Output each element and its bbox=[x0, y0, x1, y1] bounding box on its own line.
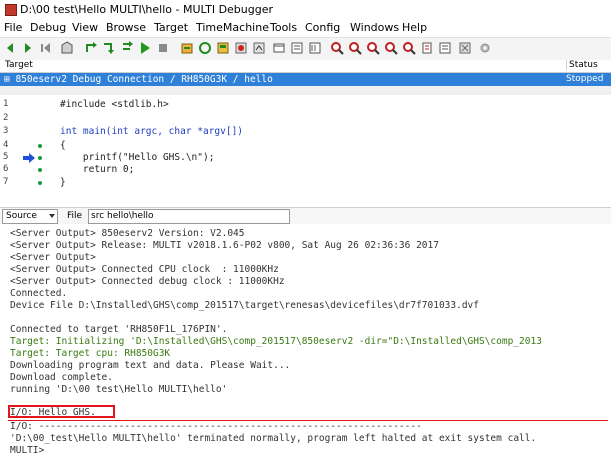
console-line: <Server Output> bbox=[10, 252, 96, 263]
forward-icon[interactable] bbox=[20, 41, 34, 55]
source-line[interactable]: 7 } bbox=[0, 177, 611, 189]
console-line: <Server Output> 850eserv2 Version: V2.04… bbox=[10, 228, 245, 239]
console-line: Device File D:\Installed\GHS\comp_201517… bbox=[10, 300, 479, 311]
console-prompt[interactable]: MULTI> bbox=[10, 445, 44, 456]
console-line: <Server Output> Release: MULTI v2018.1.6… bbox=[10, 240, 439, 251]
menu-bar: File Debug View Browse Target TimeMachin… bbox=[0, 20, 611, 37]
list-icon[interactable] bbox=[438, 41, 452, 55]
line-number: 2 bbox=[3, 113, 9, 123]
stop-icon[interactable] bbox=[156, 41, 170, 55]
console-line: <Server Output> Connected CPU clock : 11… bbox=[10, 264, 279, 275]
source-line[interactable]: 6 return 0; bbox=[0, 164, 611, 176]
chevron-down-icon bbox=[49, 214, 55, 218]
connection-row[interactable]: ⊞ 850eserv2 Debug Connection / RH850G3K … bbox=[0, 73, 611, 86]
source-line[interactable]: 2 bbox=[0, 113, 611, 125]
menu-windows[interactable]: Windows bbox=[350, 21, 399, 34]
console-line: Download complete. bbox=[10, 372, 113, 383]
column-status[interactable]: Status bbox=[566, 60, 611, 70]
menu-browse[interactable]: Browse bbox=[106, 21, 146, 34]
bookmark-icon[interactable] bbox=[420, 41, 434, 55]
source-code: #include <stdlib.h> bbox=[60, 99, 169, 110]
step-over-icon[interactable] bbox=[84, 41, 98, 55]
console-line: Target: Target cpu: RH850G3K bbox=[10, 348, 171, 359]
reload-icon[interactable] bbox=[198, 41, 212, 55]
source-line[interactable]: 3 int main(int argc, char *argv[]) bbox=[0, 126, 611, 138]
console-line: 'D:\00_test\Hello MULTI\hello' terminate… bbox=[10, 433, 537, 444]
gear-icon[interactable] bbox=[478, 41, 492, 55]
console-line: Connected. bbox=[10, 288, 68, 299]
file-label: File bbox=[67, 211, 83, 221]
source-code: int main(int argc, char *argv[]) bbox=[60, 126, 244, 137]
connection-status: Stopped bbox=[566, 74, 604, 84]
line-number: 4 bbox=[3, 140, 9, 150]
back-file-icon[interactable] bbox=[40, 41, 54, 55]
trace-icon[interactable] bbox=[252, 41, 266, 55]
console-line: Downloading program text and data. Pleas… bbox=[10, 360, 291, 371]
column-target[interactable]: Target bbox=[5, 60, 33, 70]
console-line: <Server Output> Connected debug clock : … bbox=[10, 276, 285, 287]
source-pane: 1 #include <stdlib.h> 2 3 int main(int a… bbox=[0, 95, 611, 205]
find-prev-icon[interactable] bbox=[384, 41, 398, 55]
goto-icon[interactable] bbox=[402, 41, 416, 55]
view-icon[interactable] bbox=[272, 41, 286, 55]
breakpoint-dot-icon[interactable] bbox=[38, 181, 42, 185]
console-line-io: I/O: -----------------------------------… bbox=[10, 421, 422, 432]
source-line[interactable]: 1 #include <stdlib.h> bbox=[0, 99, 611, 111]
highlight-box bbox=[8, 405, 115, 418]
menu-file[interactable]: File bbox=[4, 21, 22, 34]
line-number: 3 bbox=[3, 126, 9, 136]
settings-icon[interactable] bbox=[458, 41, 472, 55]
line-number: 5 bbox=[3, 152, 9, 162]
console-pane[interactable]: <Server Output> 850eserv2 Version: V2.04… bbox=[0, 224, 611, 465]
search-icon[interactable] bbox=[330, 41, 344, 55]
breakpoint-dot-icon[interactable] bbox=[38, 156, 42, 160]
source-select[interactable]: Source bbox=[2, 209, 58, 224]
breakpoint-icon[interactable] bbox=[234, 41, 248, 55]
title-bar: D:\00 test\Hello MULTI\hello - MULTI Deb… bbox=[0, 0, 611, 21]
menu-target[interactable]: Target bbox=[154, 21, 188, 34]
console-line: running 'D:\00 test\Hello MULTI\hello' bbox=[10, 384, 228, 395]
app-icon bbox=[5, 4, 17, 16]
source-code: printf("Hello GHS.\n"); bbox=[60, 152, 215, 163]
source-code: { bbox=[60, 140, 66, 151]
menu-tools[interactable]: Tools bbox=[270, 21, 297, 34]
search-next-icon[interactable] bbox=[348, 41, 362, 55]
find-icon[interactable] bbox=[366, 41, 380, 55]
memory-icon[interactable] bbox=[290, 41, 304, 55]
download-icon[interactable] bbox=[216, 41, 230, 55]
connection-label: ⊞ 850eserv2 Debug Connection / RH850G3K … bbox=[4, 74, 273, 85]
window-title: D:\00 test\Hello MULTI\hello - MULTI Deb… bbox=[20, 3, 274, 16]
toolbar bbox=[0, 37, 611, 61]
source-code: return 0; bbox=[60, 164, 135, 175]
target-list-header: Target Status bbox=[0, 60, 611, 73]
breakpoint-dot-icon[interactable] bbox=[38, 144, 42, 148]
line-number: 1 bbox=[3, 99, 9, 109]
menu-config[interactable]: Config bbox=[305, 21, 340, 34]
source-code: } bbox=[60, 177, 66, 188]
console-line: Target: Initializing 'D:\Installed\GHS\c… bbox=[10, 336, 542, 347]
step-out-icon[interactable] bbox=[120, 41, 134, 55]
menu-debug[interactable]: Debug bbox=[30, 21, 66, 34]
restart-icon[interactable] bbox=[180, 41, 194, 55]
run-icon[interactable] bbox=[138, 41, 152, 55]
source-line-current[interactable]: 5 printf("Hello GHS.\n"); bbox=[0, 152, 611, 164]
home-icon[interactable] bbox=[60, 41, 74, 55]
file-path-value: src hello\hello bbox=[91, 211, 154, 221]
register-icon[interactable] bbox=[308, 41, 322, 55]
console-line: Connected to target 'RH850F1L_176PIN'. bbox=[10, 324, 228, 335]
file-path-input[interactable]: src hello\hello bbox=[88, 209, 290, 224]
source-file-bar: Source File src hello\hello bbox=[0, 207, 611, 225]
menu-timemachine[interactable]: TimeMachine bbox=[196, 21, 269, 34]
line-number: 7 bbox=[3, 177, 9, 187]
menu-view[interactable]: View bbox=[72, 21, 98, 34]
source-line[interactable]: 4 { bbox=[0, 140, 611, 152]
menu-help[interactable]: Help bbox=[402, 21, 427, 34]
back-icon[interactable] bbox=[4, 41, 18, 55]
source-select-label: Source bbox=[6, 211, 37, 221]
breakpoint-dot-icon[interactable] bbox=[38, 168, 42, 172]
highlight-underline bbox=[8, 420, 608, 421]
line-number: 6 bbox=[3, 164, 9, 174]
step-into-icon[interactable] bbox=[102, 41, 116, 55]
